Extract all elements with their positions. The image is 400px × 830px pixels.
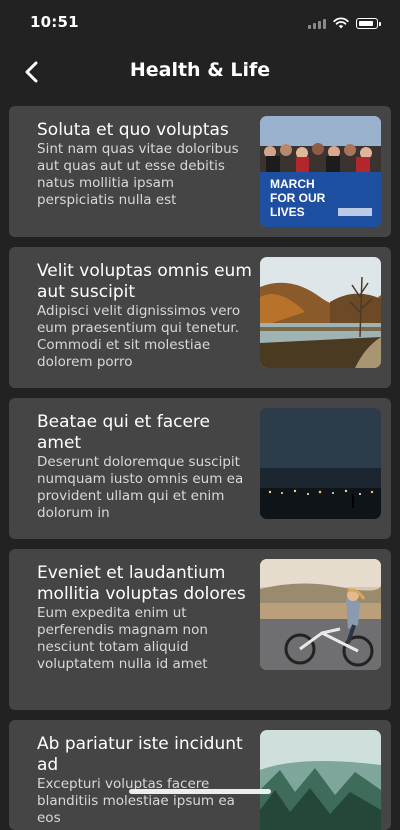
article-title: Ab pariatur iste incidunt ad: [37, 734, 243, 775]
home-indicator: [129, 789, 271, 794]
article-excerpt: Deserunt doloremque suscipit numquam ius…: [37, 454, 244, 521]
banner-line-2: FOR OUR: [270, 191, 326, 205]
article-excerpt: Excepturi voluptas facere blanditiis mol…: [37, 776, 235, 826]
wifi-icon: [333, 14, 349, 33]
article-excerpt: Eum expedita enim ut perferendis magnam …: [37, 605, 208, 672]
banner-line-1: MARCH: [270, 177, 315, 191]
article-thumbnail: [260, 730, 381, 830]
article-card[interactable]: Beatae qui et facere amet Deserunt dolor…: [9, 398, 391, 539]
banner-line-3: LIVES: [270, 205, 305, 219]
article-thumbnail: MARCH FOR OUR LIVES: [260, 116, 381, 227]
article-excerpt: Adipisci velit dignissimos vero eum prae…: [37, 303, 241, 370]
article-card[interactable]: Eveniet et laudantium mollitia voluptas …: [9, 549, 391, 710]
article-thumbnail: [260, 408, 381, 519]
status-icons: [308, 14, 381, 33]
battery-icon: [356, 18, 381, 29]
article-card[interactable]: Soluta et quo voluptas Sint nam quas vit…: [9, 106, 391, 237]
article-excerpt: Sint nam quas vitae doloribus aut quas a…: [37, 141, 239, 208]
article-title: Eveniet et laudantium mollitia voluptas …: [37, 563, 246, 604]
nav-bar: Health & Life: [0, 44, 400, 100]
article-title: Beatae qui et facere amet: [37, 412, 210, 453]
status-time: 10:51: [30, 13, 79, 31]
article-thumbnail: [260, 257, 381, 368]
page-title: Health & Life: [129, 59, 271, 81]
article-card[interactable]: Ab pariatur iste incidunt ad Excepturi v…: [9, 720, 391, 830]
article-title: Soluta et quo voluptas: [37, 120, 229, 140]
article-thumbnail: [260, 559, 381, 670]
article-card[interactable]: Velit voluptas omnis eum aut suscipit Ad…: [9, 247, 391, 388]
article-title: Velit voluptas omnis eum aut suscipit: [37, 261, 252, 302]
status-bar: 10:51: [0, 0, 400, 44]
signal-icon: [308, 18, 326, 29]
